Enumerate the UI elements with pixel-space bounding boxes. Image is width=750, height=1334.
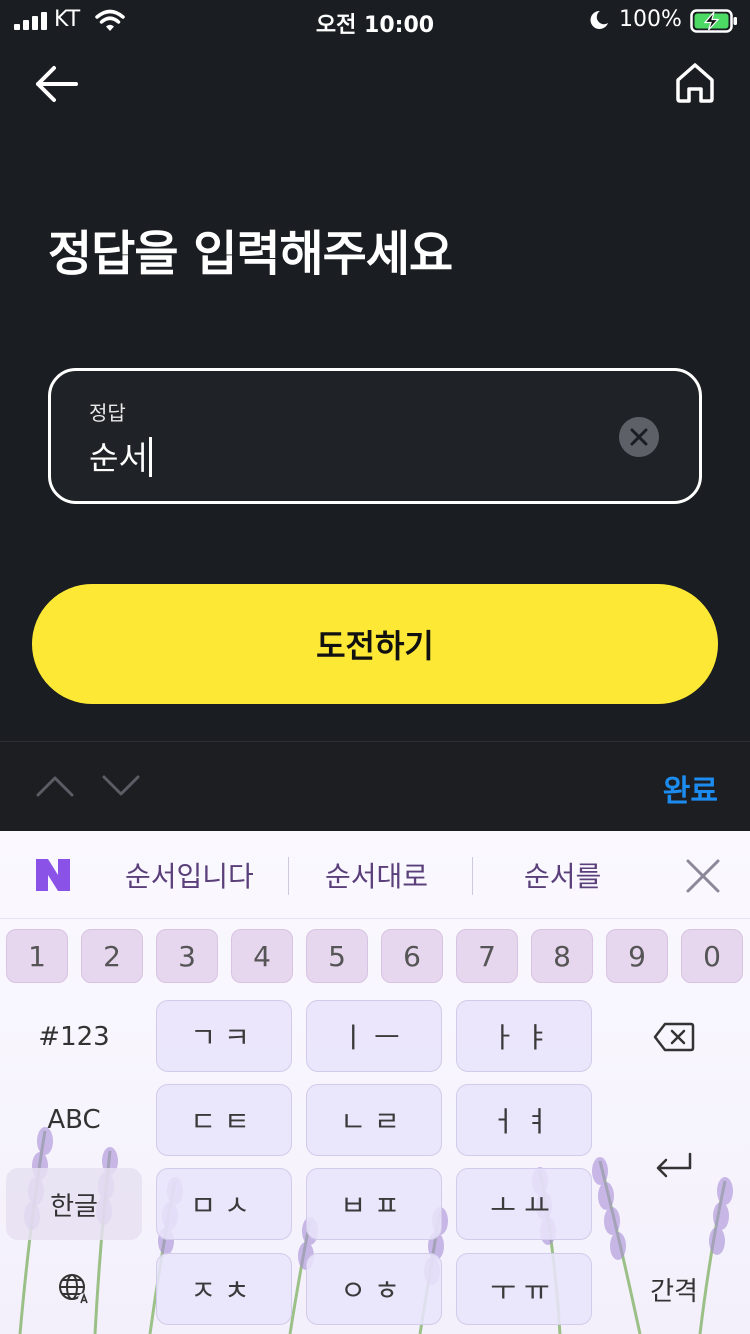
number-key[interactable]: 0 (681, 929, 743, 983)
battery-percentage: 100% (619, 7, 682, 32)
answer-input-value: 순서 (89, 439, 148, 477)
suggestion-divider (472, 857, 473, 895)
suggestion-item[interactable]: 순서대로 (325, 855, 428, 895)
globe-key[interactable] (6, 1253, 142, 1325)
keyboard-accessory-bar: 완료 (0, 741, 750, 831)
vowel-key[interactable]: ㅓㅕ (456, 1084, 592, 1156)
vowel-key[interactable]: ㅜㅠ (456, 1253, 592, 1325)
suggestion-bar: 순서입니다 순서대로 순서를 (0, 831, 750, 919)
return-key[interactable] (606, 1131, 742, 1203)
number-key[interactable]: 2 (81, 929, 143, 983)
backspace-icon (653, 1022, 695, 1052)
number-key[interactable]: 8 (531, 929, 593, 983)
naver-logo-icon[interactable] (34, 857, 72, 893)
english-mode-key[interactable]: ABC (6, 1084, 142, 1156)
space-key[interactable]: 간격 (606, 1253, 742, 1325)
submit-button[interactable]: 도전하기 (32, 584, 718, 704)
close-icon[interactable] (684, 857, 722, 895)
consonant-key[interactable]: ㄱㅋ (156, 1000, 292, 1072)
number-key[interactable]: 6 (381, 929, 443, 983)
backspace-key[interactable] (606, 1001, 742, 1073)
return-icon (656, 1152, 692, 1178)
number-key[interactable]: 4 (231, 929, 293, 983)
clear-icon[interactable] (619, 417, 659, 457)
text-caret (148, 437, 152, 477)
consonant-key[interactable]: ㅁㅅ (156, 1168, 292, 1240)
back-arrow-icon[interactable] (32, 62, 80, 106)
consonant-key[interactable]: ㅂㅍ (306, 1168, 442, 1240)
number-key[interactable]: 9 (606, 929, 668, 983)
number-key[interactable]: 1 (6, 929, 68, 983)
number-key[interactable]: 3 (156, 929, 218, 983)
consonant-key[interactable]: ㄴㄹ (306, 1084, 442, 1156)
page-title: 정답을 입력해주세요 (48, 226, 453, 282)
status-bar: KT 오전 10:00 100% (0, 0, 750, 40)
suggestion-item[interactable]: 순서를 (524, 855, 601, 895)
number-key[interactable]: 7 (456, 929, 518, 983)
vowel-key[interactable]: ㅗㅛ (456, 1168, 592, 1240)
vowel-key[interactable]: ㅣㅡ (306, 1000, 442, 1072)
keyboard: 순서입니다 순서대로 순서를 1 2 3 4 5 6 7 8 9 0 #123 … (0, 831, 750, 1334)
answer-field[interactable]: 정답 순서 (48, 368, 702, 504)
home-icon[interactable] (672, 60, 718, 106)
vowel-key[interactable]: ㅏㅑ (456, 1000, 592, 1072)
done-button[interactable]: 완료 (663, 766, 718, 810)
consonant-key[interactable]: ㅈㅊ (156, 1253, 292, 1325)
chevron-up-icon[interactable] (36, 774, 74, 798)
chevron-down-icon[interactable] (102, 774, 140, 798)
suggestion-item[interactable]: 순서입니다 (125, 855, 254, 895)
answer-input[interactable]: 순서 (89, 433, 152, 479)
suggestion-divider (288, 857, 289, 895)
moon-icon (590, 10, 608, 29)
consonant-key[interactable]: ㅇㅎ (306, 1253, 442, 1325)
number-key[interactable]: 5 (306, 929, 368, 983)
korean-mode-key[interactable]: 한글 (6, 1168, 142, 1240)
answer-field-label: 정답 (89, 401, 126, 425)
globe-icon (59, 1274, 90, 1305)
consonant-key[interactable]: ㄷㅌ (156, 1084, 292, 1156)
battery-icon (690, 9, 737, 33)
symbols-key[interactable]: #123 (6, 1001, 142, 1073)
